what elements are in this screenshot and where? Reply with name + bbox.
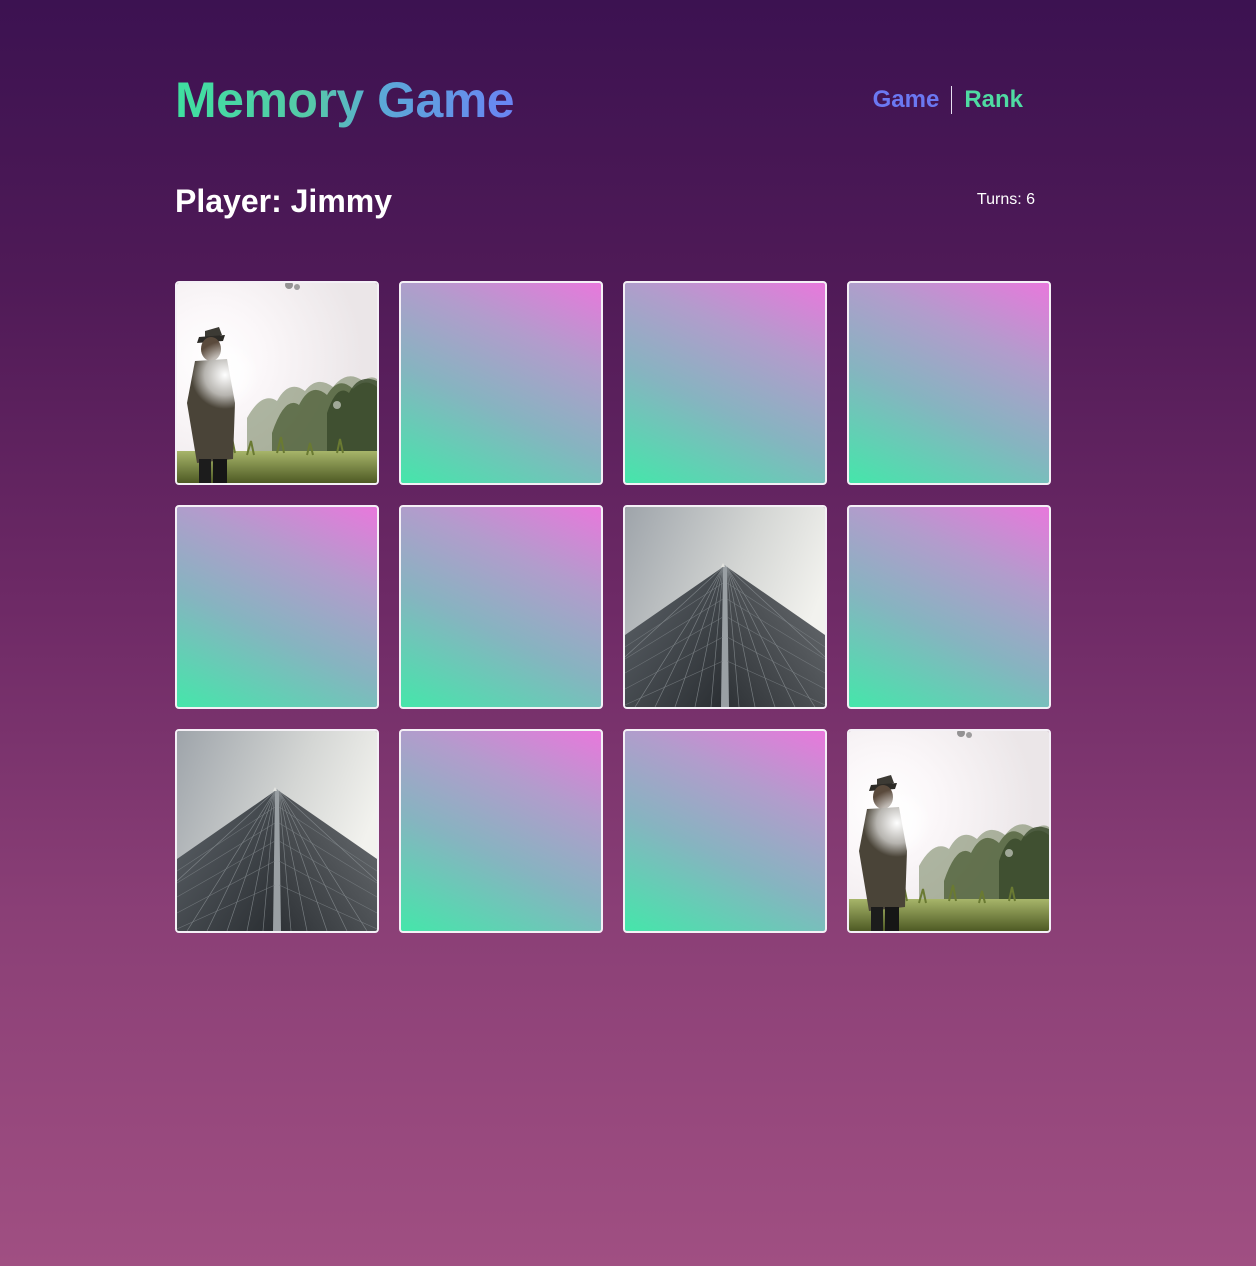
card-face-up[interactable] — [623, 505, 827, 709]
game-status: Player: Jimmy Turns: 6 — [175, 180, 1035, 224]
nav-link-game[interactable]: Game — [873, 86, 952, 114]
card-face-up[interactable] — [175, 281, 379, 485]
turns-counter: Turns: 6 — [976, 191, 1035, 208]
card-face-up[interactable] — [175, 729, 379, 933]
skyscraper-looking-up-photo — [177, 731, 377, 931]
man-in-sunlit-field-photo — [177, 283, 377, 483]
main-nav: Game Rank — [873, 86, 1023, 114]
card-face-down[interactable] — [399, 729, 603, 933]
player-name: Player: Jimmy — [175, 183, 393, 219]
card-face-down[interactable] — [399, 505, 603, 709]
card-face-down[interactable] — [847, 281, 1051, 485]
man-in-sunlit-field-photo — [849, 731, 1049, 931]
skyscraper-looking-up-photo — [625, 507, 825, 707]
card-face-down[interactable] — [175, 505, 379, 709]
card-face-up[interactable] — [847, 729, 1051, 933]
nav-link-rank[interactable]: Rank — [952, 86, 1023, 114]
app-header: Memory Game Game Rank — [175, 70, 1035, 130]
card-face-down[interactable] — [399, 281, 603, 485]
app-title: Memory Game — [175, 72, 515, 128]
card-face-down[interactable] — [847, 505, 1051, 709]
card-grid — [175, 281, 1051, 933]
card-face-down[interactable] — [623, 281, 827, 485]
card-face-down[interactable] — [623, 729, 827, 933]
